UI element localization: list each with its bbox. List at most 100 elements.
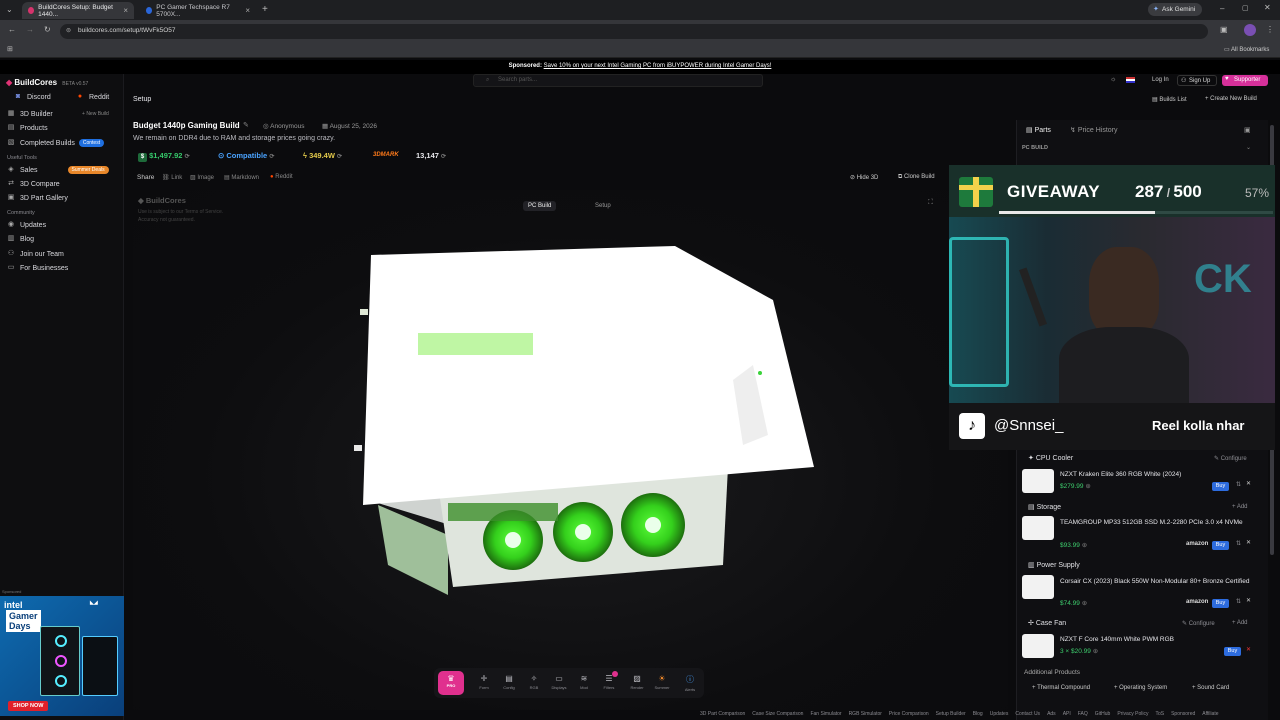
tool-alerts[interactable]: ⓘ Alerts <box>682 674 698 692</box>
price-total[interactable]: $ $1,497.92 ⟳ <box>138 151 190 163</box>
footer-link[interactable]: Fan Simulator <box>810 711 841 717</box>
footer-link[interactable]: Blog <box>973 711 983 717</box>
remove-icon[interactable]: ✕ <box>1246 480 1251 487</box>
edit-pencil-icon[interactable]: ✎ <box>243 121 249 129</box>
footer-link[interactable]: Contact Us <box>1015 711 1040 717</box>
sidebar-item-3d-part-gallery[interactable]: ▣ 3D Part Gallery <box>7 194 68 202</box>
login-link[interactable]: Log In <box>1152 77 1169 83</box>
footer-link[interactable]: Ads <box>1047 711 1056 717</box>
url-input[interactable]: ⊜ buildcores.com/setup/tWvFk5O57 <box>60 24 1208 39</box>
footer-link[interactable]: Sponsored <box>1171 711 1195 717</box>
footer-link[interactable]: ToS <box>1155 711 1164 717</box>
tool-render[interactable]: ▨ Render <box>629 674 645 690</box>
browser-tab-buildcores[interactable]: BuildCores Setup: Budget 1440... × <box>22 2 134 19</box>
footer-link[interactable]: Updates <box>990 711 1009 717</box>
sidebar-item-blog[interactable]: ▥ Blog <box>7 235 34 243</box>
buy-button[interactable]: Buy <box>1212 482 1229 491</box>
part-name[interactable]: Corsair CX (2023) Black 550W Non-Modular… <box>1060 577 1250 586</box>
swap-icon[interactable]: ⇅ <box>1236 481 1241 488</box>
tool-config[interactable]: ▤ Config <box>501 674 517 690</box>
builds-list-button[interactable]: ▤ Builds List <box>1152 96 1187 103</box>
footer-link[interactable]: Setup Builder <box>936 711 966 717</box>
buy-button[interactable]: Buy <box>1224 647 1241 656</box>
sidebar-item-completed-builds[interactable]: ▧ Completed Builds Contest <box>7 139 105 147</box>
chevron-down-icon[interactable]: ⌄ <box>1246 144 1251 151</box>
sponsor-link[interactable]: Save 10% on your next Intel Gaming PC fr… <box>544 63 772 69</box>
footer-link[interactable]: Price Comparison <box>889 711 929 717</box>
buy-button[interactable]: Buy <box>1212 541 1229 550</box>
footer-link[interactable]: 3D Part Comparison <box>700 711 745 717</box>
tool-form[interactable]: ✛ Form <box>476 674 492 690</box>
tab-price-history[interactable]: ↯ Price History <box>1070 126 1118 134</box>
remove-icon[interactable]: ✕ <box>1246 539 1251 546</box>
tab-search-icon[interactable]: ⌄ <box>6 5 13 14</box>
footer-link[interactable]: Privacy Policy <box>1117 711 1148 717</box>
theme-toggle-icon[interactable]: ☼ <box>1110 76 1116 83</box>
footer-link[interactable]: GitHub <box>1095 711 1111 717</box>
tool-mod[interactable]: ≋ Mod <box>576 674 592 690</box>
reddit-link[interactable]: ● Reddit <box>76 93 109 101</box>
3d-viewport[interactable]: ◆ BuildCores Use is subject to our Terms… <box>133 190 1008 710</box>
panel-layout-icon[interactable]: ▣ <box>1244 126 1251 134</box>
new-build-link[interactable]: + New Build <box>82 111 109 117</box>
minimize-icon[interactable]: – <box>1220 4 1224 13</box>
all-bookmarks-button[interactable]: ▭ All Bookmarks <box>1224 46 1269 53</box>
shop-now-button[interactable]: SHOP NOW <box>8 701 49 711</box>
remove-icon[interactable]: ✕ <box>1246 646 1251 653</box>
share-link-button[interactable]: ⛓ Link <box>162 174 182 181</box>
ask-gemini-button[interactable]: ✦ Ask Gemini <box>1148 3 1202 16</box>
add-thermal-compound[interactable]: + Thermal Compound <box>1032 685 1090 691</box>
tool-summer[interactable]: ☀ Summer <box>654 674 670 690</box>
buy-button[interactable]: Buy <box>1212 599 1229 608</box>
sidebar-item-sales[interactable]: ◈ Sales Summer Deals <box>7 166 109 174</box>
tab-setup[interactable]: Setup <box>591 201 615 211</box>
new-tab-icon[interactable]: + <box>262 4 268 15</box>
sponsor-banner[interactable]: Sponsored: Save 10% on your next Intel G… <box>0 60 1280 74</box>
part-thumbnail[interactable] <box>1022 516 1054 540</box>
close-tab-icon[interactable]: × <box>123 6 128 15</box>
close-window-icon[interactable]: ✕ <box>1264 3 1271 12</box>
part-name[interactable]: TEAMGROUP MP33 512GB SSD M.2-2280 PCIe 3… <box>1060 518 1250 527</box>
sidebar-item-products[interactable]: ▤ Products <box>7 124 48 132</box>
footer-link[interactable]: RGB Simulator <box>849 711 882 717</box>
add-sound-card[interactable]: + Sound Card <box>1192 685 1229 691</box>
brand-logo[interactable]: ◆ BuildCores BETA v0.57 <box>6 78 88 87</box>
sidebar-item-for-businesses[interactable]: ▭ For Businesses <box>7 264 69 272</box>
add-link[interactable]: + Add <box>1232 620 1248 626</box>
remove-icon[interactable]: ✕ <box>1246 597 1251 604</box>
maximize-icon[interactable]: ▢ <box>1242 4 1249 12</box>
part-thumbnail[interactable] <box>1022 575 1054 599</box>
pc-case-3d-model[interactable] <box>348 235 848 605</box>
sidebar-item-join-team[interactable]: ⚇ Join our Team <box>7 250 64 258</box>
profile-avatar[interactable] <box>1244 24 1256 36</box>
supporter-button[interactable]: ♥ Supporter <box>1222 75 1268 86</box>
pro-button[interactable]: ♛ PRO <box>438 671 464 695</box>
part-name[interactable]: NZXT F Core 140mm White PWM RGB <box>1060 635 1250 644</box>
extensions-icon[interactable]: ▣ <box>1220 25 1228 34</box>
configure-link[interactable]: ✎ Configure <box>1182 620 1215 627</box>
fullscreen-icon[interactable]: ⛶ <box>928 199 933 207</box>
add-operating-system[interactable]: + Operating System <box>1114 685 1167 691</box>
share-markdown-button[interactable]: ▤ Markdown <box>224 174 259 181</box>
3dmark-score[interactable]: 13,147 ⟳ <box>416 151 446 160</box>
part-thumbnail[interactable] <box>1022 634 1054 658</box>
footer-link[interactable]: Affiliate <box>1202 711 1218 717</box>
browser-menu-icon[interactable]: ⋮ <box>1266 25 1274 34</box>
hide-3d-button[interactable]: ⊘ Hide 3D <box>850 174 878 181</box>
clone-build-button[interactable]: ⧉ Clone Build <box>898 174 935 181</box>
footer-link[interactable]: Case Size Comparison <box>752 711 803 717</box>
signup-button[interactable]: ⚇ Sign Up <box>1177 75 1217 86</box>
wattage[interactable]: ϟ 349.4W ⟳ <box>303 151 342 160</box>
back-icon[interactable]: ← <box>8 25 16 34</box>
share-image-button[interactable]: ▨ Image <box>190 174 214 181</box>
discord-link[interactable]: ◙ Discord <box>14 93 51 101</box>
swap-icon[interactable]: ⇅ <box>1236 598 1241 605</box>
part-thumbnail[interactable] <box>1022 469 1054 493</box>
search-input[interactable]: ⌕ Search parts... <box>473 74 763 87</box>
share-reddit-button[interactable]: ● Reddit <box>270 174 293 180</box>
footer-link[interactable]: API <box>1063 711 1071 717</box>
tool-rgb[interactable]: ✧ RGB <box>526 674 542 690</box>
configure-link[interactable]: ✎ Configure <box>1214 455 1247 462</box>
sidebar-item-updates[interactable]: ◉ Updates <box>7 221 46 229</box>
close-tab-icon[interactable]: × <box>245 6 250 15</box>
